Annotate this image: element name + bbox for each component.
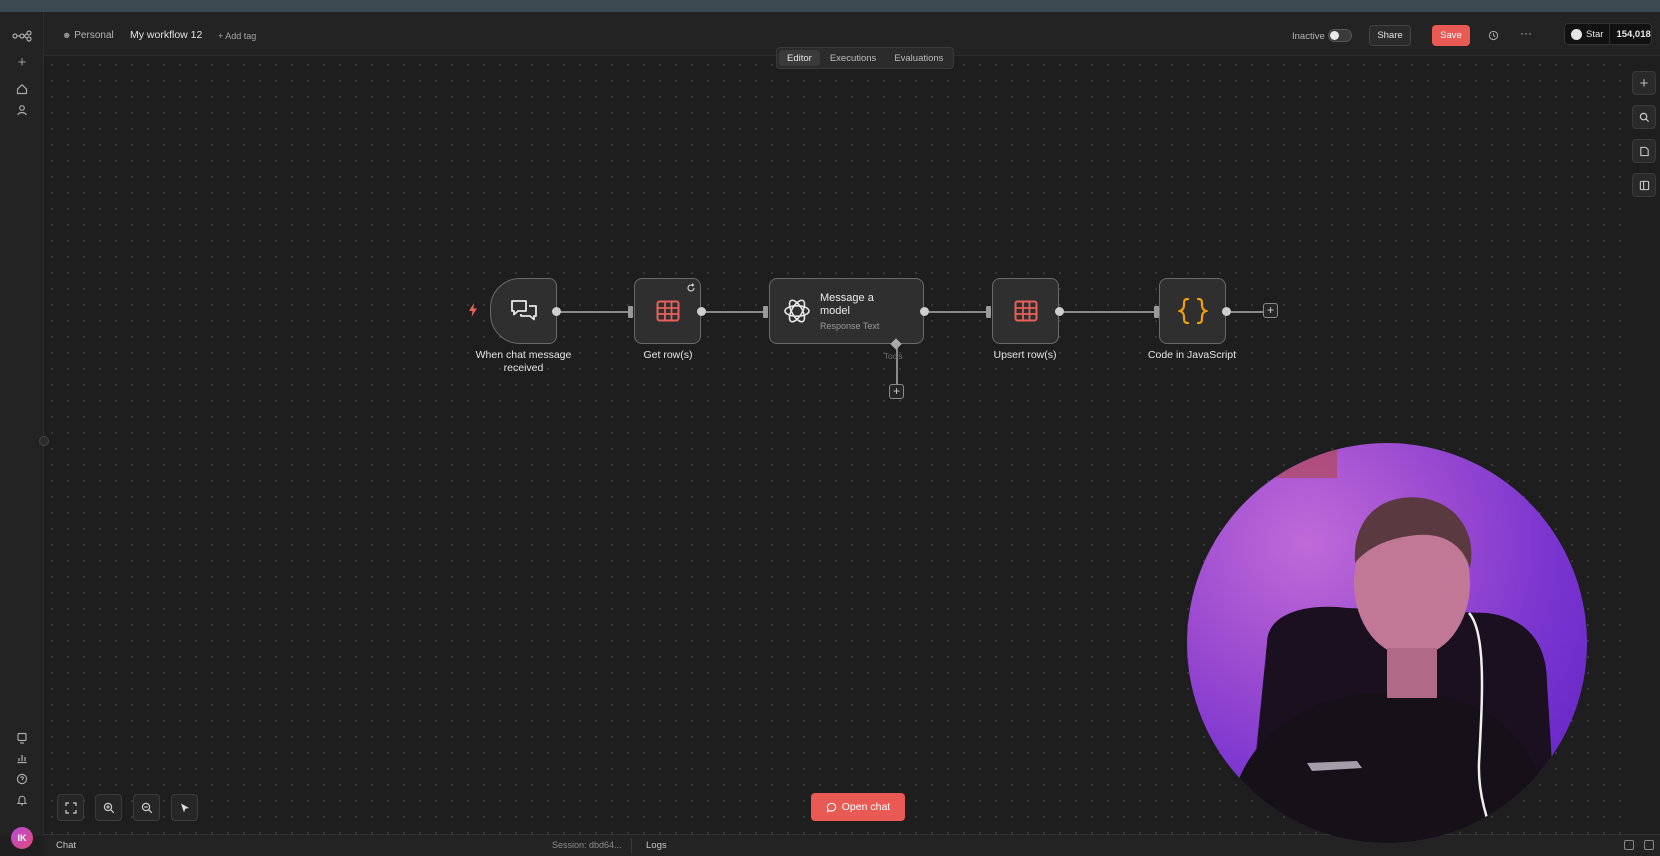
connection-edge — [1229, 311, 1265, 313]
user-avatar[interactable]: IK — [11, 827, 33, 849]
output-port[interactable] — [697, 307, 706, 316]
chat-icon — [826, 802, 836, 813]
zoom-out-icon — [141, 802, 152, 813]
open-chat-label: Open chat — [841, 801, 891, 813]
trigger-bolt-icon — [469, 303, 477, 317]
output-port[interactable] — [920, 307, 929, 316]
logs-panel-tab[interactable]: Logs — [646, 840, 667, 851]
workspace-label: Personal — [74, 30, 114, 41]
node-title-message-model: Message a model — [820, 291, 874, 317]
connection-edge — [1061, 311, 1155, 313]
curly-braces-icon — [1177, 297, 1208, 325]
github-icon — [1571, 28, 1582, 40]
connection-edge — [560, 311, 628, 313]
session-id-label: Session: dbd64... — [552, 840, 622, 850]
workspace-breadcrumb[interactable]: ☻ Personal — [62, 30, 114, 41]
connection-edge — [705, 311, 767, 313]
tools-port-label: Tools — [884, 352, 903, 361]
add-node-icon[interactable]: + — [1632, 71, 1656, 95]
node-code-javascript[interactable] — [1159, 278, 1226, 344]
webcam-overlay — [1187, 443, 1587, 843]
output-port[interactable] — [1222, 307, 1231, 316]
tab-executions[interactable]: Executions — [822, 50, 884, 66]
zoom-in-button[interactable] — [95, 794, 122, 821]
output-port[interactable] — [1055, 307, 1064, 316]
node-chat-trigger[interactable] — [490, 278, 557, 344]
toggle-knob — [1330, 31, 1339, 40]
panel-divider — [631, 838, 632, 853]
notification-bell-icon[interactable] — [10, 790, 34, 810]
cursor-icon — [180, 803, 189, 812]
refresh-indicator-icon — [687, 283, 695, 292]
add-tool-button[interactable]: + — [889, 384, 904, 399]
tab-evaluations[interactable]: Evaluations — [886, 50, 951, 66]
panel-expand-icon[interactable] — [1644, 840, 1654, 850]
insights-chart-icon[interactable] — [10, 748, 34, 768]
window-top-strip — [0, 0, 1660, 12]
table-icon — [656, 300, 679, 322]
input-port[interactable] — [763, 306, 768, 318]
workflow-status-label: Inactive — [1292, 31, 1325, 42]
input-port[interactable] — [628, 306, 633, 318]
templates-icon[interactable] — [10, 728, 34, 748]
github-star-count: 154,018 — [1616, 28, 1651, 40]
chat-bubbles-icon — [510, 300, 537, 321]
cursor-mode-button[interactable] — [171, 794, 198, 821]
github-star-label: Star — [1586, 28, 1604, 40]
node-label-code-javascript: Code in JavaScript — [1147, 349, 1237, 361]
share-button[interactable]: Share — [1369, 25, 1411, 46]
node-text-group: Message a model Response Text — [820, 292, 886, 331]
sticky-note-icon[interactable] — [1632, 139, 1656, 163]
help-icon[interactable] — [10, 769, 34, 789]
sidebar-collapse-handle[interactable] — [39, 436, 49, 446]
node-label-get-rows: Get row(s) — [643, 349, 693, 361]
output-port[interactable] — [552, 307, 561, 316]
zoom-in-icon — [103, 802, 114, 813]
zoom-out-button[interactable] — [133, 794, 160, 821]
node-message-model[interactable]: Message a model Response Text — [769, 278, 924, 344]
open-chat-button[interactable]: Open chat — [811, 793, 905, 821]
fit-view-button[interactable] — [57, 794, 84, 821]
fit-view-icon — [64, 801, 77, 814]
add-icon[interactable]: + — [10, 52, 34, 72]
chat-panel-tab[interactable]: Chat — [56, 840, 76, 851]
right-toolbar: + — [1628, 57, 1660, 834]
search-icon[interactable] — [1632, 105, 1656, 129]
panel-layout-icon[interactable] — [1624, 840, 1634, 850]
connection-edge — [929, 311, 991, 313]
editor-tabs: Editor Executions Evaluations — [776, 47, 955, 69]
node-subtitle-message-model: Response Text — [820, 320, 880, 331]
panel-toggle-icon[interactable] — [1632, 173, 1656, 197]
node-label-upsert-rows: Upsert row(s) — [993, 349, 1057, 361]
node-upsert-rows[interactable] — [992, 278, 1059, 344]
user-small-icon: ☻ — [62, 30, 72, 40]
github-divider — [1609, 23, 1611, 45]
table-icon — [1014, 300, 1037, 322]
active-toggle[interactable] — [1328, 29, 1352, 42]
workflow-name[interactable]: My workflow 12 — [130, 29, 202, 41]
more-options-icon[interactable]: ··· — [1518, 26, 1534, 42]
add-tag-button[interactable]: + Add tag — [218, 31, 256, 41]
node-label-chat-trigger: When chat message received — [475, 349, 572, 374]
openai-icon — [784, 299, 810, 323]
add-node-end-button[interactable]: + — [1263, 303, 1278, 318]
github-star-widget[interactable]: Star 154,018 — [1564, 23, 1652, 45]
input-port[interactable] — [986, 306, 991, 318]
save-button[interactable]: Save — [1432, 25, 1470, 46]
tab-editor[interactable]: Editor — [779, 50, 820, 66]
user-icon[interactable] — [10, 100, 34, 120]
presenter-video-image — [1227, 443, 1557, 843]
node-get-rows[interactable] — [634, 278, 701, 344]
n8n-logo-icon[interactable] — [10, 26, 34, 46]
history-icon[interactable] — [1485, 27, 1501, 43]
left-sidebar: + IK — [0, 12, 44, 849]
home-icon[interactable] — [10, 79, 34, 99]
